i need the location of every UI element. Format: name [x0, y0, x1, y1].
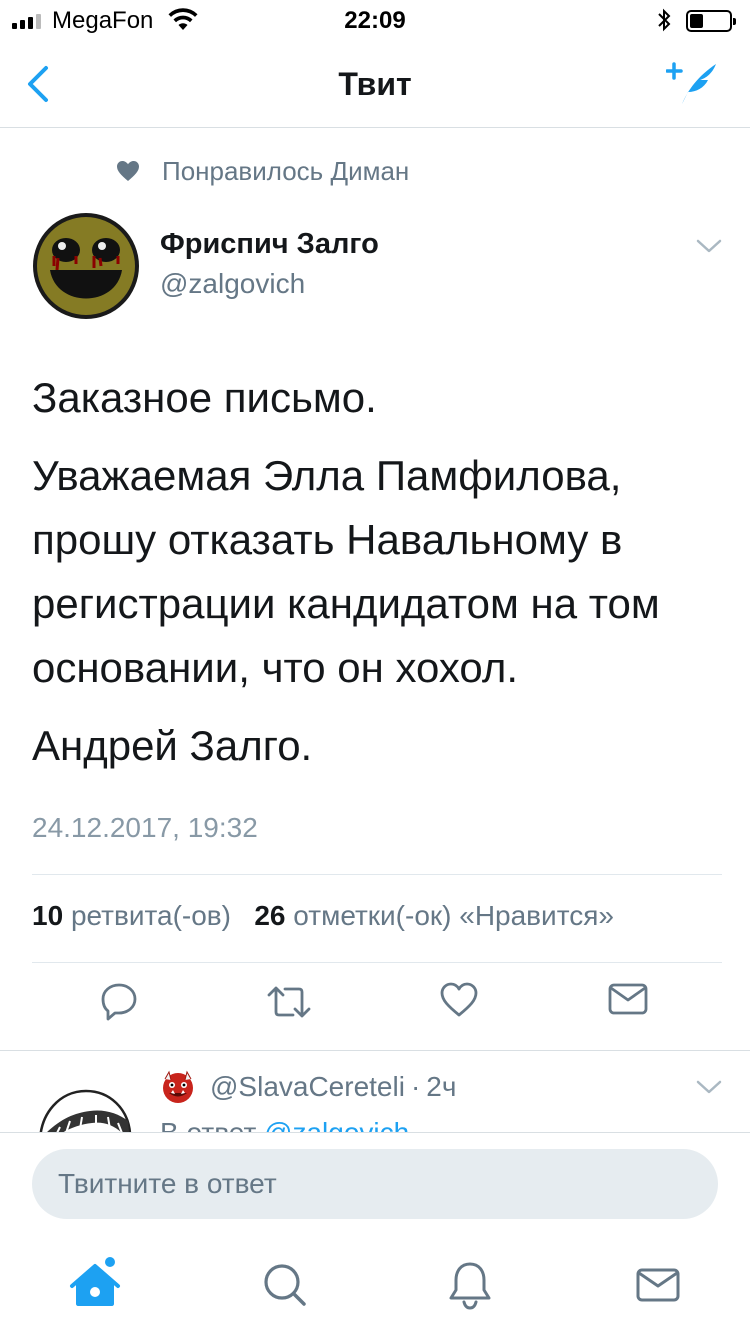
- author-handle[interactable]: @zalgovich: [160, 268, 305, 300]
- status-bar: MegaFon 22:09: [0, 0, 750, 40]
- tab-bar: [0, 1234, 750, 1334]
- reply-meta: @SlavaCereteli · 2ч: [160, 1069, 456, 1105]
- tab-search[interactable]: [256, 1254, 316, 1314]
- page-title: Твит: [338, 66, 412, 102]
- tweet-stats: 10 ретвита(-ов) 26 отметки(-ок) «Нравитс…: [32, 900, 614, 932]
- liked-by-text: Понравилось Диман: [162, 155, 410, 186]
- author-name[interactable]: Фриспич Залго: [160, 228, 379, 261]
- tweet-paragraph: Андрей Залго.: [32, 722, 313, 769]
- chevron-down-icon: [696, 1080, 722, 1094]
- divider: [32, 962, 722, 963]
- retweet-label: ретвита(-ов): [70, 900, 231, 931]
- notifications-icon: [449, 1262, 491, 1310]
- tweet-text: Заказное письмо. Уважаемая Элла Памфилов…: [32, 366, 722, 792]
- bluetooth-icon: [656, 8, 672, 39]
- search-icon: [264, 1264, 306, 1306]
- tweet-paragraph: Заказное письмо.: [32, 374, 377, 421]
- chevron-down-icon: [696, 239, 722, 253]
- compose-tweet-button[interactable]: [665, 60, 722, 113]
- avatar-image: [30, 1073, 134, 1133]
- retweet-icon: [267, 986, 311, 1018]
- liked-by-context[interactable]: Понравилось Диман: [116, 154, 409, 188]
- reply-author-avatar[interactable]: [30, 1073, 134, 1133]
- reply-options-button[interactable]: [696, 1079, 722, 1100]
- retweet-count: 10: [32, 900, 64, 931]
- tab-home[interactable]: [68, 1254, 128, 1314]
- reply-mention-link[interactable]: @zalgovich: [264, 1117, 409, 1133]
- like-icon: [440, 982, 478, 1017]
- reply-input[interactable]: [32, 1149, 718, 1219]
- tweet-paragraph: Уважаемая Элла Памфилова, прошу отказать…: [32, 452, 660, 691]
- like-button[interactable]: [440, 982, 478, 1023]
- tweet-actions: [0, 982, 750, 1032]
- like-count: 26: [254, 900, 286, 931]
- tab-messages[interactable]: [628, 1254, 688, 1314]
- compose-tweet-icon: [665, 62, 716, 104]
- reply-context: В ответ @zalgovich: [160, 1117, 409, 1133]
- reply-tweet[interactable]: @SlavaCereteli · 2ч В ответ @zalgovich: [0, 1051, 750, 1133]
- avatar-image: [33, 213, 139, 319]
- meta-separator: ·: [410, 1071, 421, 1102]
- reply-handle[interactable]: @SlavaCereteli: [210, 1071, 405, 1103]
- retweet-button[interactable]: [266, 982, 312, 1027]
- tweet-timestamp: 24.12.2017, 19:32: [32, 812, 258, 843]
- author-avatar[interactable]: [32, 212, 140, 320]
- direct-message-button[interactable]: [608, 982, 648, 1021]
- message-icon: [608, 983, 648, 1015]
- like-label: отметки(-ок) «Нравится»: [293, 900, 614, 931]
- home-icon: [70, 1257, 120, 1306]
- heart-icon: [117, 161, 139, 181]
- battery-icon: [686, 10, 736, 32]
- messages-icon: [636, 1268, 680, 1302]
- retweet-stat[interactable]: 10 ретвита(-ов): [32, 900, 231, 931]
- reply-icon: [101, 983, 137, 1021]
- reply-context-prefix: В ответ: [160, 1117, 257, 1133]
- reply-time: 2ч: [426, 1071, 457, 1102]
- reply-composer: [0, 1132, 750, 1232]
- like-stat[interactable]: 26 отметки(-ок) «Нравится»: [254, 900, 614, 931]
- navigation-bar: Твит: [0, 40, 750, 128]
- reply-button[interactable]: [100, 982, 138, 1027]
- tweet-options-button[interactable]: [696, 238, 722, 259]
- ogre-emoji-icon: [163, 1070, 193, 1103]
- clock: 22:09: [344, 7, 406, 34]
- divider: [32, 874, 722, 875]
- tab-notifications[interactable]: [440, 1254, 500, 1314]
